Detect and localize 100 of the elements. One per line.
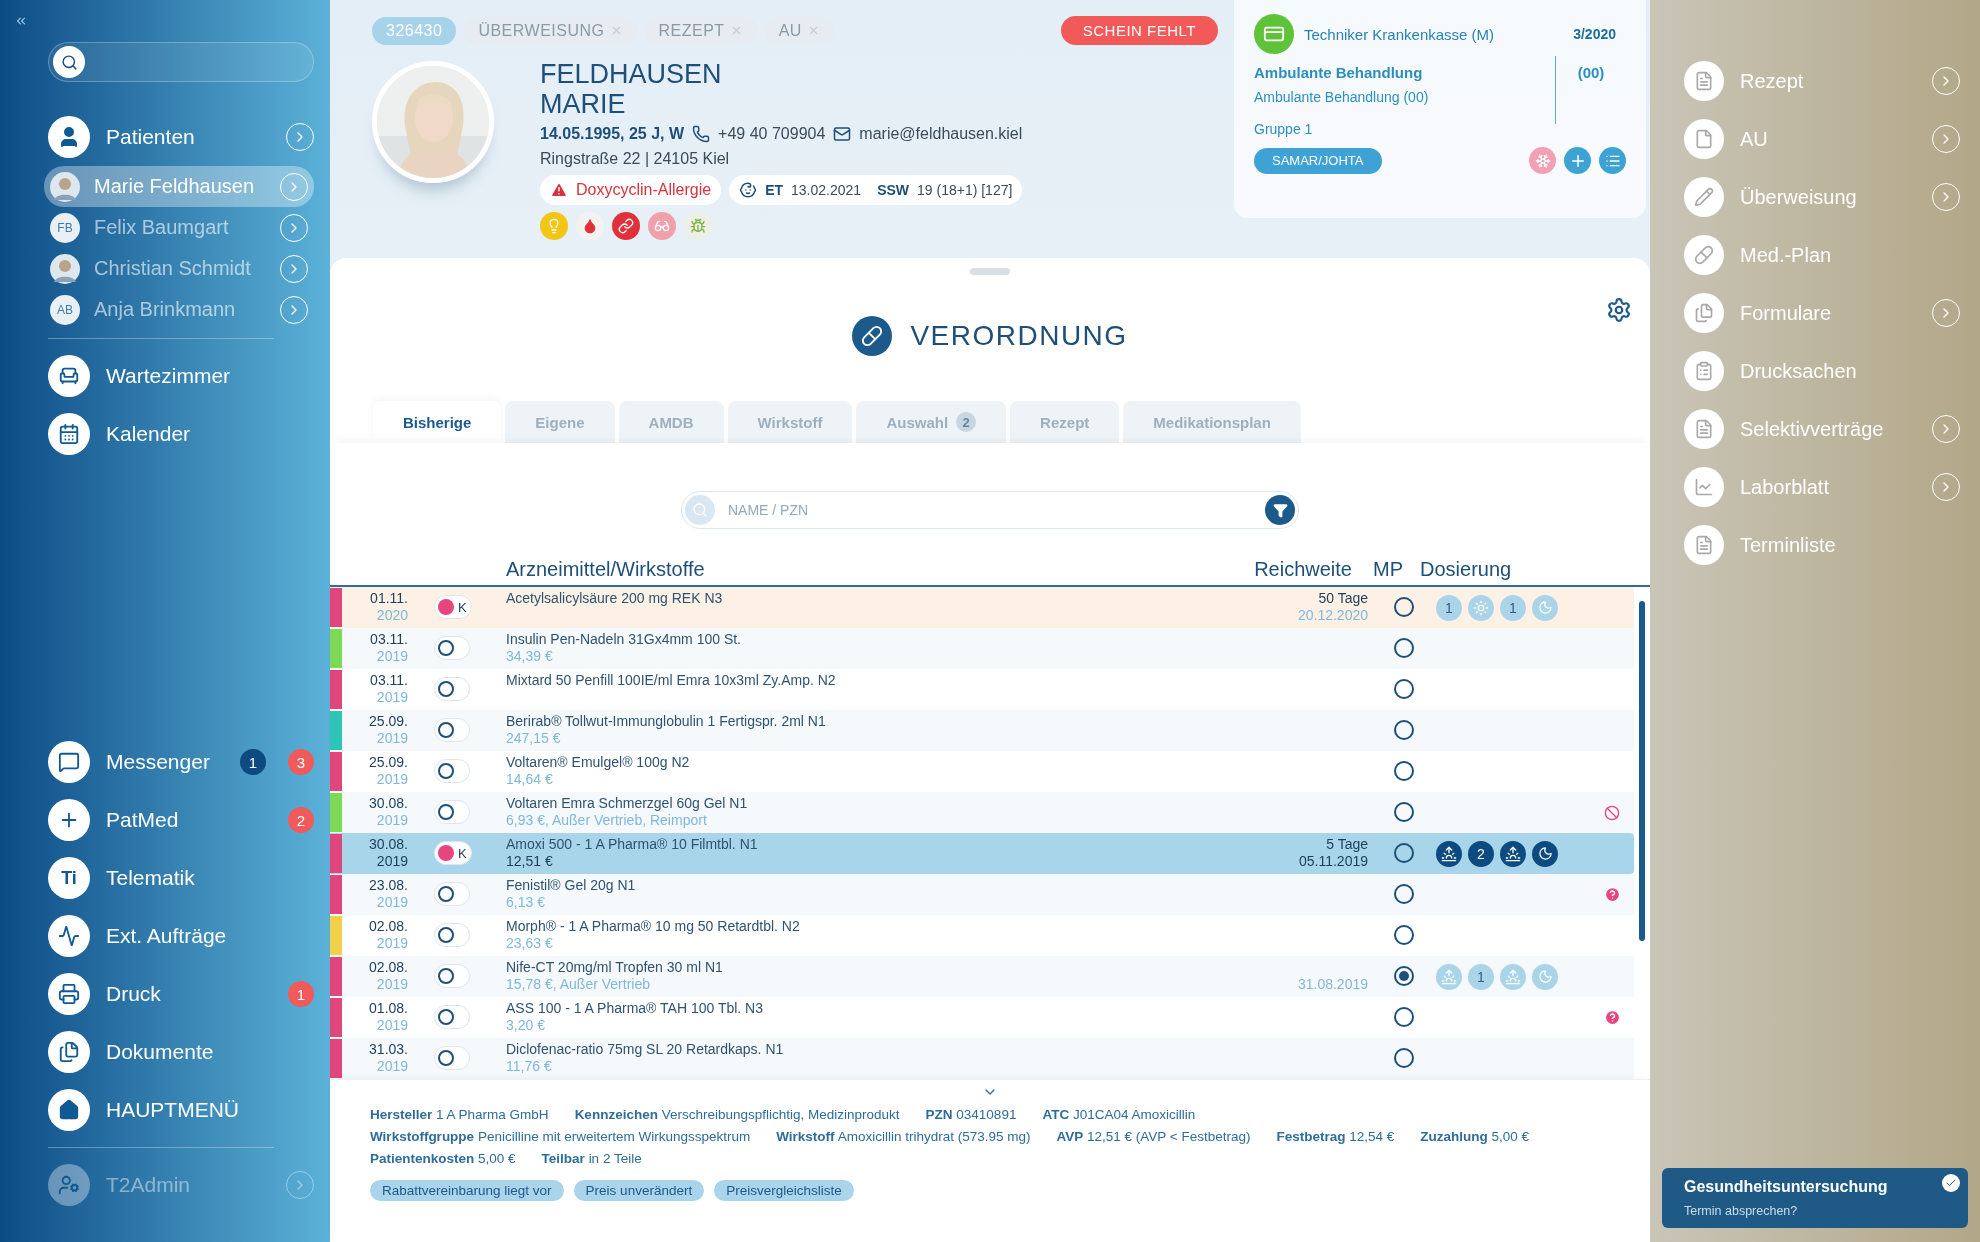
nav-item[interactable]: Wartezimmer: [106, 364, 314, 388]
virus-icon: [684, 212, 712, 240]
patient-item[interactable]: Christian Schmidt: [44, 248, 314, 289]
nav-item[interactable]: Patienten: [106, 125, 270, 149]
toggle[interactable]: [434, 1005, 470, 1029]
radio-button[interactable]: [1394, 761, 1414, 781]
doctor-button[interactable]: SAMAR/JOHTA: [1254, 147, 1382, 174]
price-info: 6,13 €: [506, 894, 546, 911]
baby-icon: [739, 181, 758, 199]
date-year: 2019: [376, 730, 408, 747]
patient-item[interactable]: AB Anja Brinkmann: [44, 289, 314, 330]
chart-icon: [1684, 467, 1724, 507]
printer-icon: [48, 973, 90, 1015]
bulb-icon: [540, 212, 568, 240]
radio-button[interactable]: [1394, 720, 1414, 740]
documents-icon: [1684, 293, 1724, 333]
medication-name: Fenistil® Gel 20g N1: [506, 877, 637, 894]
medication-row[interactable]: 03.11. 2019 Insulin Pen-Nadeln 31Gx4mm 100 St. 34,39 €: [330, 628, 1634, 669]
detail-field: PZN 03410891: [925, 1107, 1017, 1122]
medication-row[interactable]: 23.08. 2019 Fenistil® Gel 20g N1 6,13 €: [330, 874, 1634, 915]
toggle[interactable]: [434, 964, 470, 988]
nav-item[interactable]: Dokumente: [106, 1040, 314, 1064]
radio-button[interactable]: [1394, 966, 1414, 986]
date-year: 2019: [376, 853, 408, 870]
nav-item[interactable]: Telematik: [106, 866, 314, 890]
pill-icon: [852, 316, 893, 356]
toggle[interactable]: [434, 800, 470, 824]
radio-button[interactable]: [1394, 1048, 1414, 1068]
medication-row[interactable]: 01.11. 2020 K Acetylsalicylsäure 200 mg REK N3 50 Tage 20.12.2020 1 1: [330, 587, 1634, 628]
collapse-icon[interactable]: [14, 14, 28, 28]
tab[interactable]: Bisherige: [373, 401, 502, 443]
nav-item[interactable]: Messenger: [106, 750, 218, 774]
document-icon: [1684, 409, 1724, 449]
price-info: 23,63 €: [506, 935, 554, 952]
medication-name: Acetylsalicylsäure 200 mg REK N3: [506, 590, 724, 607]
toggle[interactable]: K: [434, 841, 472, 865]
avatar-icon: [50, 171, 80, 202]
form-tag[interactable]: REZEPT: [644, 16, 757, 45]
tab[interactable]: Auswahl 2: [856, 401, 1007, 443]
toggle[interactable]: [434, 718, 470, 742]
telematik-icon: Ti: [48, 857, 90, 899]
toggle[interactable]: [434, 1046, 470, 1070]
range-date: 05.11.2019: [1298, 853, 1368, 870]
filter-icon: [1272, 502, 1288, 518]
pill-icon: [1684, 235, 1724, 275]
medication-name: Berirab® Tollwut-Immunglobulin 1 Fertigspr. 2ml N1: [506, 713, 827, 730]
radio-button[interactable]: [1394, 884, 1414, 904]
medication-row[interactable]: 02.08. 2019 Nife-CT 20mg/ml Tropfen 30 ml N1 15,78 €, Außer Vertrieb 31.08.2019 1: [330, 956, 1634, 997]
notification-card[interactable]: Gesundheitsuntersuchung Termin absprechen?: [1662, 1168, 1968, 1228]
toggle[interactable]: [434, 882, 470, 906]
alert-badge[interactable]: SCHEIN FEHLT: [1060, 16, 1218, 45]
medication-name: Amoxi 500 - 1 A Pharma® 10 Filmtbl. N1: [506, 836, 759, 853]
radio-button[interactable]: [1394, 1007, 1414, 1027]
toggle[interactable]: [434, 759, 470, 783]
nav-item[interactable]: PatMed: [106, 808, 266, 832]
nav-item[interactable]: Ext. Aufträge: [106, 924, 314, 948]
date-day: 25.09.: [369, 754, 408, 771]
radio-button[interactable]: [1394, 843, 1414, 863]
range-date: 20.12.2020: [1297, 607, 1368, 624]
radio-button[interactable]: [1394, 679, 1414, 699]
radio-button[interactable]: [1394, 638, 1414, 658]
medication-row[interactable]: 30.08. 2019 Voltaren Emra Schmerzgel 60g Gel N1 6,93 €, Außer Vertrieb, Reimport: [330, 792, 1634, 833]
toggle[interactable]: [434, 636, 470, 660]
check-icon[interactable]: [1942, 1174, 1960, 1192]
patient-item[interactable]: Marie Feldhausen: [44, 166, 314, 207]
settings-icon[interactable]: [1606, 297, 1632, 323]
pregnancy-pill: ET 13.02.2021 SSW 19 (18+1) [127]: [729, 175, 1023, 205]
medication-row[interactable]: 25.09. 2019 Berirab® Tollwut-Immunglobulin 1 Fertigspr. 2ml N1 247,15 €: [330, 710, 1634, 751]
phone-number: +49 40 709904: [718, 125, 826, 143]
radio-button[interactable]: [1394, 597, 1414, 617]
chat-icon: [48, 741, 90, 783]
date-day: 31.03.: [369, 1041, 408, 1058]
search-field[interactable]: NAME / PZN: [681, 491, 1299, 529]
scrollbar[interactable]: [1639, 601, 1645, 941]
form-tag[interactable]: ÜBERWEISUNG: [464, 16, 637, 45]
glasses-icon: [648, 212, 676, 240]
form-tag[interactable]: AU: [764, 16, 834, 45]
nav-item[interactable]: Druck: [106, 982, 266, 1006]
radio-button[interactable]: [1394, 925, 1414, 945]
nav-item[interactable]: HAUPTMENÜ: [106, 1098, 314, 1122]
drag-handle[interactable]: [970, 268, 1010, 275]
add-button[interactable]: [1564, 147, 1591, 174]
patient-item[interactable]: FB Felix Baumgart: [44, 207, 314, 248]
calendar-icon: [48, 413, 90, 455]
treatment-type: Ambulante Behandlung (00): [1254, 89, 1430, 105]
toggle[interactable]: K: [434, 595, 472, 619]
detail-field: Wirkstoffgruppe Penicilline mit erweitertem Wirkungsspektrum: [370, 1129, 751, 1144]
toggle[interactable]: [434, 677, 470, 701]
medication-name: Nife-CT 20mg/ml Tropfen 30 ml N1: [506, 959, 724, 976]
dose-count: 1: [1436, 594, 1462, 621]
radio-button[interactable]: [1394, 802, 1414, 822]
medication-row[interactable]: 30.08. 2019 K Amoxi 500 - 1 A Pharma® 10 Filmtbl. N1 12,51 € 5 Tage 05.11.2019 2: [330, 833, 1634, 874]
medication-name: ASS 100 - 1 A Pharma® TAH 100 Tbl. N3: [506, 1000, 764, 1017]
birth-info: 14.05.1995, 25 J, W: [540, 125, 685, 143]
nav-item[interactable]: Kalender: [106, 422, 314, 446]
toggle[interactable]: [434, 923, 470, 947]
price-info: 3,20 €: [506, 1017, 546, 1034]
medication-name: Morph® - 1 A Pharma® 10 mg 50 Retardtbl. N2: [506, 918, 801, 935]
list-icon[interactable]: [1599, 147, 1626, 174]
medication-row[interactable]: 31.03. 2019 Diclofenac-ratio 75mg SL 20 Retardkaps. N1 11,76 €: [330, 1038, 1634, 1079]
